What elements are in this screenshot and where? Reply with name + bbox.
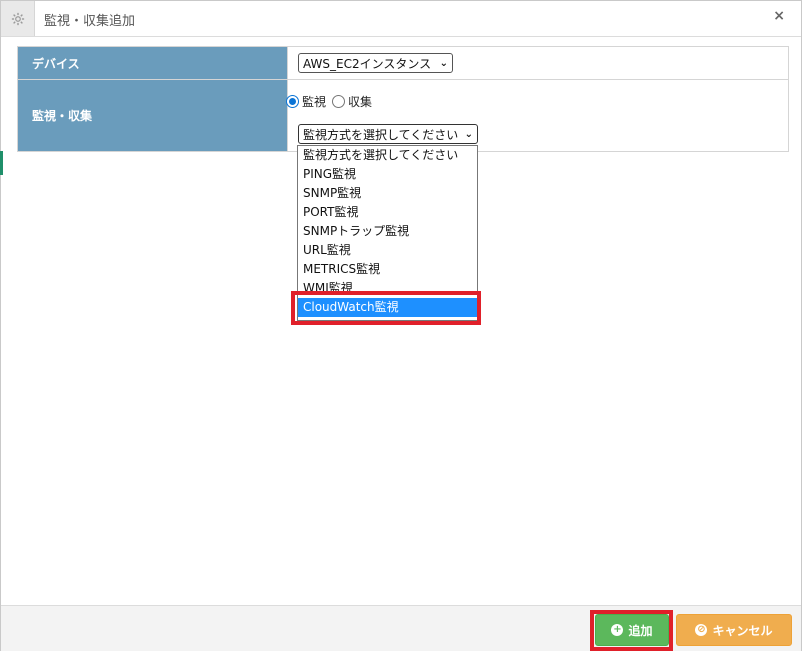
monitor-type-radios: 監視 収集 [286, 93, 378, 110]
dropdown-option[interactable]: WMI監視 [298, 279, 477, 298]
device-select-value: AWS_EC2インスタンス [303, 56, 432, 71]
dropdown-option[interactable]: PORT監視 [298, 203, 477, 222]
ban-icon: ⊘ [695, 624, 708, 636]
dialog-titlebar: 監視・収集追加 × [1, 1, 801, 37]
dropdown-option[interactable]: METRICS監視 [298, 260, 477, 279]
device-select[interactable]: AWS_EC2インスタンス ⌄ [298, 53, 453, 73]
dropdown-option[interactable]: SNMPトラップ監視 [298, 222, 477, 241]
device-label: デバイス [17, 46, 288, 80]
add-button[interactable]: + 追加 [595, 614, 669, 646]
chevron-down-icon: ⌄ [464, 128, 473, 140]
dropdown-option[interactable]: 監視方式を選択してください [298, 146, 477, 165]
cancel-button[interactable]: ⊘ キャンセル [676, 614, 792, 646]
add-button-label: 追加 [628, 623, 653, 638]
dropdown-option[interactable]: PING監視 [298, 165, 477, 184]
cancel-button-label: キャンセル [712, 623, 773, 638]
method-dropdown-list: 監視方式を選択してください PING監視 SNMP監視 PORT監視 SNMPト… [297, 145, 478, 321]
dropdown-option-highlighted[interactable]: CloudWatch監視 [298, 298, 477, 317]
radio-monitor[interactable] [286, 95, 299, 108]
method-select[interactable]: 監視方式を選択してください ⌄ [298, 124, 478, 144]
monitor-collect-label: 監視・収集 [17, 79, 288, 152]
method-select-value: 監視方式を選択してください [303, 127, 459, 142]
gear-icon [1, 1, 35, 36]
close-icon[interactable]: × [773, 8, 785, 24]
chevron-down-icon: ⌄ [439, 57, 448, 69]
dialog-title: 監視・収集追加 [44, 14, 136, 29]
dropdown-option[interactable]: SNMP監視 [298, 184, 477, 203]
radio-collect[interactable] [332, 95, 346, 108]
dropdown-option[interactable]: URL監視 [298, 241, 477, 260]
background-edge [0, 151, 3, 175]
radio-collect-label: 収集 [348, 95, 373, 109]
dialog: 監視・収集追加 × デバイス AWS_EC2インスタンス ⌄ 監視・収集 監視方… [0, 0, 802, 651]
plus-circle-icon: + [611, 624, 624, 636]
radio-monitor-label: 監視 [302, 95, 327, 109]
settings-form: デバイス AWS_EC2インスタンス ⌄ 監視・収集 監視方式を選択してください… [17, 46, 789, 152]
